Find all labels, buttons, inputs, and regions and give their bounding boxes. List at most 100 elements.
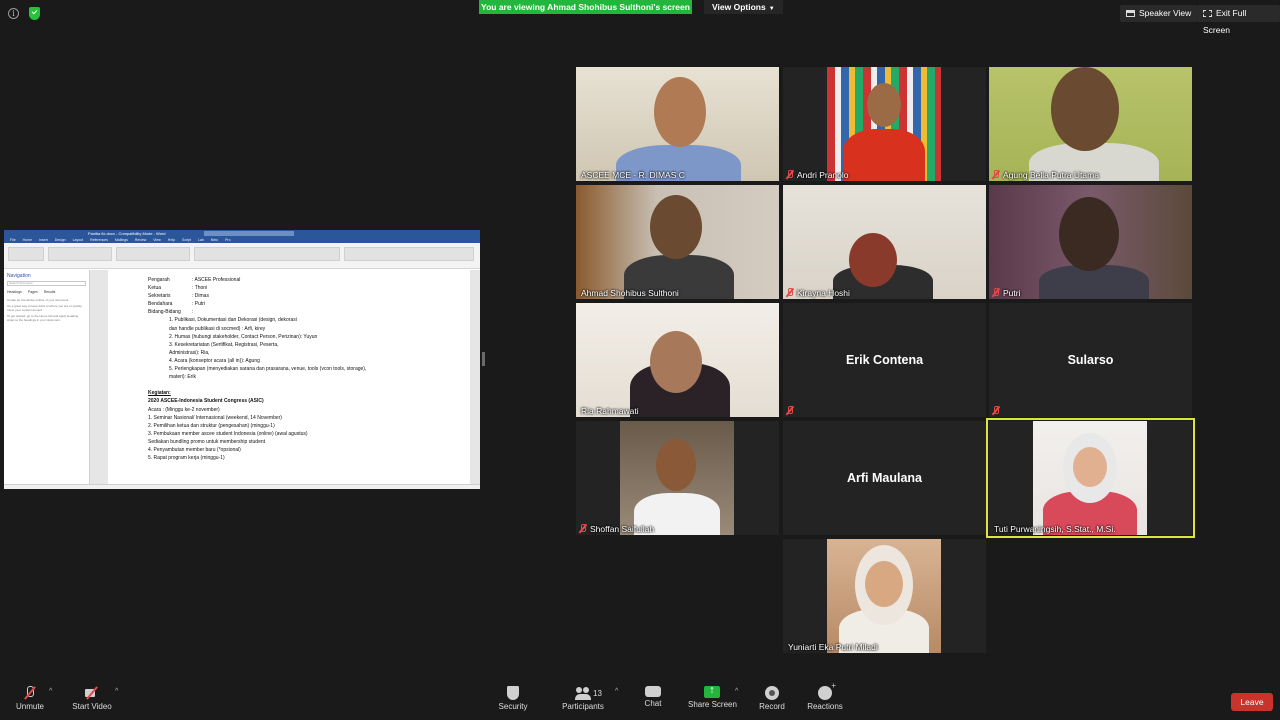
navigation-search-input[interactable]: Search document: [7, 281, 86, 286]
security-button[interactable]: Security: [497, 686, 529, 711]
start-video-button[interactable]: Start Video: [72, 686, 112, 711]
info-icon[interactable]: i: [8, 8, 19, 19]
word-status-bar: [4, 484, 480, 489]
unmute-button[interactable]: Unmute: [14, 686, 46, 711]
doc-blank-line: [148, 381, 470, 389]
security-label: Security: [498, 702, 528, 711]
doc-event-line: 4. Penyambutan member baru (*opsional): [148, 446, 241, 453]
person-face: [865, 561, 903, 607]
nav-tab-headings[interactable]: Headings: [7, 290, 22, 294]
chat-button[interactable]: Chat: [640, 686, 666, 708]
participant-tile[interactable]: Andri Pranolo: [783, 67, 986, 181]
doc-list-item: 1. Publikasi, Dokumentasi dan Dekorasi (…: [169, 317, 297, 324]
participant-tile[interactable]: Yuniarti Eka Putri Miladi: [783, 539, 986, 653]
doc-line: Bidang-Bidang:: [148, 308, 470, 316]
video-feed: [989, 185, 1192, 299]
shield-icon[interactable]: [29, 7, 40, 20]
doc-event-line: 2. Pemilihan ketua dan struktur (pengesa…: [148, 422, 275, 429]
participant-tile[interactable]: Ria Rahmawati: [576, 303, 779, 417]
reactions-button[interactable]: Reactions: [806, 681, 844, 711]
exit-full-screen-icon: [1203, 10, 1212, 17]
doc-key: Bendahara: [148, 301, 173, 308]
doc-list-item: 3. Kesekretariatan (Sertifikat, Registra…: [169, 341, 279, 348]
participant-tile[interactable]: ASCEE MCE - R. DIMAS C: [576, 67, 779, 181]
participant-tile[interactable]: Agung Bella Putra Utama: [989, 67, 1192, 181]
doc-list-item: 2. Humas (hubungi stakeholder, Contact P…: [169, 333, 318, 340]
view-options-button[interactable]: View Options ▼: [704, 0, 783, 14]
mic-muted-icon: [22, 686, 38, 700]
chat-label: Chat: [644, 699, 662, 708]
meeting-toolbar: Unmute ^ Start Video ^ Security Particip…: [0, 680, 1280, 720]
share-options-chevron-icon[interactable]: ^: [735, 688, 738, 695]
top-bar: i You are viewing Ahmad Shohibus Sulthon…: [0, 0, 1280, 35]
participant-tile-active-speaker[interactable]: Tuti Purwaningsih, S.Stat., M.Si.: [986, 418, 1195, 538]
exit-full-screen-button[interactable]: Exit Full Screen: [1197, 5, 1280, 35]
participant-name: Shoffan Saifullah: [590, 524, 655, 534]
speaker-view-icon: [1126, 10, 1135, 17]
video-feed: [576, 185, 779, 299]
nav-tab-pages[interactable]: Pages: [28, 290, 38, 294]
participant-name: Putri: [1003, 288, 1021, 298]
doc-key: Bidang-Bidang: [148, 309, 181, 316]
navigation-note: It's a great way to keep track of where …: [7, 304, 82, 312]
share-screen-button[interactable]: Share Screen: [688, 684, 737, 709]
participants-label: Participants: [562, 702, 604, 711]
person-face: [654, 77, 706, 147]
doc-key: Sekretaris: [148, 293, 171, 300]
leave-button[interactable]: Leave: [1231, 693, 1273, 711]
video-options-chevron-icon[interactable]: ^: [115, 688, 118, 695]
person-face: [1073, 447, 1107, 487]
participant-tile[interactable]: Sularso: [989, 303, 1192, 417]
participant-tile[interactable]: Kirayna Hoshi: [783, 185, 986, 299]
ribbon-tab: Insert: [38, 238, 48, 242]
participant-name: ASCEE MCE - R. DIMAS C: [581, 170, 685, 180]
participant-tile[interactable]: Erik Contena: [783, 303, 986, 417]
ribbon-tab: Review: [134, 238, 147, 242]
participant-tile[interactable]: Shoffan Saifullah: [576, 421, 779, 535]
participant-center-name: Sularso: [1067, 353, 1114, 367]
viewing-banner: You are viewing Ahmad Shohibus Sulthoni'…: [479, 0, 692, 14]
participant-tile[interactable]: Putri: [989, 185, 1192, 299]
person-silhouette: [843, 129, 925, 181]
reactions-label: Reactions: [807, 702, 843, 711]
event-title-text: 2020 ASCEE-Indonesia Student Congress (A…: [148, 398, 264, 405]
doc-value: : Dimas: [192, 293, 209, 300]
record-button[interactable]: Record: [756, 686, 788, 711]
doc-line: Pengarah: ASCEE Professional: [148, 276, 470, 284]
document-page[interactable]: Pengarah: ASCEE Professional Ketua: Thon…: [108, 270, 470, 484]
doc-event-title: 2020 ASCEE-Indonesia Student Congress (A…: [148, 397, 470, 405]
video-off-icon: [84, 686, 100, 700]
participant-center-name: Arfi Maulana: [846, 471, 922, 485]
ribbon-tab: Layout: [72, 238, 84, 242]
participant-tile[interactable]: Ahmad Shohibus Sulthoni: [576, 185, 779, 299]
doc-event-line: Sediakan bundling promo untuk membership…: [148, 438, 266, 445]
participant-name: Tuti Purwaningsih, S.Stat., M.Si.: [994, 524, 1116, 534]
participants-options-chevron-icon[interactable]: ^: [615, 688, 618, 695]
doc-list-item: 4. Acara (konseptor acara (all in)): Agu…: [169, 357, 260, 364]
chat-icon: [645, 686, 661, 697]
speaker-view-label: Speaker View: [1139, 8, 1192, 18]
audio-options-chevron-icon[interactable]: ^: [49, 688, 52, 695]
video-feed: [1033, 421, 1147, 535]
nav-tab-results[interactable]: Results: [44, 290, 56, 294]
participant-tile[interactable]: Arfi Maulana: [783, 421, 986, 535]
person-face: [656, 439, 696, 491]
doc-value: : ASCEE Professional: [192, 277, 241, 283]
ribbon-font-group: [48, 247, 112, 261]
person-face: [1059, 197, 1119, 271]
ribbon-tab: Mailings: [114, 238, 128, 242]
word-title-bar: Panitia fix.docx - Compatibility Mode - …: [4, 230, 480, 237]
person-face: [1051, 67, 1119, 151]
speaker-view-button[interactable]: Speaker View: [1120, 5, 1198, 22]
doc-event-line: Acara : (Minggu ke-2 november): [148, 406, 220, 413]
word-ribbon: [4, 243, 480, 269]
navigation-title: Navigation: [7, 273, 31, 279]
ribbon-tab: Home: [22, 238, 32, 242]
ribbon-tab: References: [90, 238, 108, 242]
doc-line: Sekretaris : Dimas: [148, 292, 470, 300]
shared-screen[interactable]: Panitia fix.docx - Compatibility Mode - …: [4, 230, 480, 489]
doc-line: Bendahara: Putri: [148, 300, 470, 308]
split-drag-handle[interactable]: [482, 352, 485, 366]
video-feed: [620, 421, 734, 535]
ribbon-styles-group: [194, 247, 340, 261]
